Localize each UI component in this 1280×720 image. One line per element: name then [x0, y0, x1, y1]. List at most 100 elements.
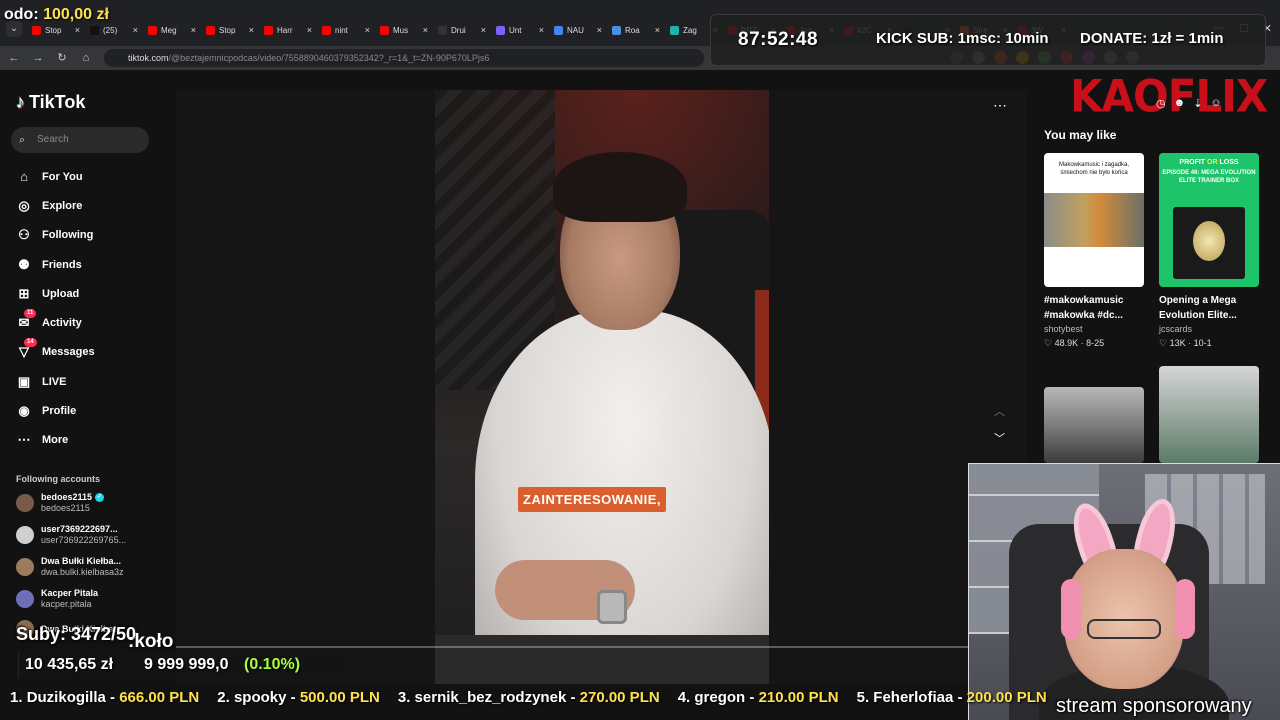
- tab-favicon-icon: [670, 25, 679, 35]
- tiktok-logo[interactable]: ♪ TikTok: [16, 92, 85, 113]
- following-account[interactable]: user7369222697... user736922269765...: [16, 524, 126, 546]
- suggestion-card[interactable]: Makowkamusic i zagadka, śmiechom nie był…: [1044, 153, 1144, 349]
- tab-close-icon[interactable]: ×: [75, 25, 80, 35]
- sidebar-item-activity[interactable]: ✉ 11 Activity: [16, 308, 95, 337]
- donor-separator: -: [566, 688, 580, 706]
- sidebar-item-upload[interactable]: ⊞ Upload: [16, 279, 95, 308]
- tab-close-icon[interactable]: ×: [133, 25, 138, 35]
- suggestion-stats: ♡ 13K · 10-1: [1159, 338, 1212, 348]
- tab-close-icon[interactable]: ×: [249, 25, 254, 35]
- home-icon[interactable]: ⌂: [78, 50, 94, 66]
- browser-tab[interactable]: Drui ×: [434, 20, 492, 40]
- tab-label: Zag: [683, 25, 697, 35]
- browser-tab[interactable]: Mus ×: [376, 20, 434, 40]
- sidebar-item-messages[interactable]: ▽ 14 Messages: [16, 338, 95, 367]
- clock-icon: ◷: [1156, 98, 1166, 110]
- goal-current: 10 435,65 zł: [25, 656, 114, 673]
- sidebar-nav: ⌂ For You ◎ Explore ⚇ Following ⚉ Friends ⊞ Uploa…: [16, 162, 95, 455]
- tab-favicon-icon: [322, 25, 331, 35]
- kolo-label: :koło: [128, 631, 174, 652]
- video-caption: ZAINTERESOWANIE,: [518, 487, 667, 512]
- donor-amount: 666.00 PLN: [119, 688, 200, 706]
- activity-icon: ✉ 11: [16, 309, 37, 331]
- video-progress-bar[interactable]: [176, 646, 969, 648]
- sidebar-item-following[interactable]: ⚇ Following: [16, 221, 95, 250]
- tab-close-icon[interactable]: ×: [307, 25, 312, 35]
- suggestion-card[interactable]: [1159, 366, 1259, 463]
- sidebar-item-more[interactable]: ⋯ More: [16, 426, 95, 455]
- tab-label: (25): [103, 25, 118, 35]
- goal-percent: (0.10%): [244, 656, 301, 673]
- donation-goal-prefix: odo:: [4, 6, 39, 23]
- url-path: /@beztajemnicpodcas/video/75588904603793…: [168, 53, 490, 63]
- suggestion-date: 10-1: [1193, 338, 1212, 348]
- donor-entry: 2. spooky - 500.00 PLN: [217, 689, 380, 706]
- tab-favicon-icon: [206, 25, 215, 35]
- desk: [435, 635, 769, 684]
- sidebar-item-profile[interactable]: ◉ Profile: [16, 396, 95, 425]
- following-account[interactable]: Kacper Pitala kacper.pitala: [16, 588, 98, 610]
- suggestion-thumbnail: PROFIT OR LOSS EPISODE 46: MEGA EVOLUTIO…: [1159, 153, 1259, 287]
- suggestion-thumbnail: Makowkamusic i zagadka, śmiechom nie był…: [1044, 153, 1144, 287]
- friends-icon: ⚉: [18, 256, 30, 272]
- tab-favicon-icon: [32, 25, 41, 35]
- tab-close-icon[interactable]: ×: [597, 25, 602, 35]
- search-placeholder: Search: [37, 134, 69, 145]
- donor-name: Feherlofiaa: [873, 688, 954, 706]
- tab-close-icon[interactable]: ×: [365, 25, 370, 35]
- browser-tab[interactable]: Stop ×: [202, 20, 260, 40]
- sidebar-item-label: Friends: [42, 258, 82, 271]
- tab-label: nint: [335, 25, 348, 35]
- donor-entry: 4. gregon - 210.00 PLN: [678, 689, 839, 706]
- sidebar-item-live[interactable]: ▣ LIVE: [16, 367, 95, 396]
- browser-tab[interactable]: Harr ×: [260, 20, 318, 40]
- tab-favicon-icon: [496, 25, 505, 35]
- video-player[interactable]: [435, 90, 769, 684]
- search-input[interactable]: ⌕ Search: [11, 127, 149, 153]
- suggestion-card[interactable]: PROFIT OR LOSS EPISODE 46: MEGA EVOLUTIO…: [1159, 153, 1259, 349]
- previous-video-icon[interactable]: ︿: [994, 403, 1005, 419]
- top-donors-ticker: 1. Duzikogilla - 666.00 PLN 2. spooky - 5…: [0, 684, 1070, 710]
- tab-close-icon[interactable]: ×: [191, 25, 196, 35]
- more-options-icon[interactable]: ⋯: [993, 97, 1007, 114]
- thumbnail-subtitle: EPISODE 46: MEGA EVOLUTION ELITE TRAINER…: [1162, 170, 1256, 184]
- browser-tab[interactable]: Meg ×: [144, 20, 202, 40]
- account-name: Kacper Pitala: [41, 588, 98, 599]
- suggestion-author: shotybest: [1044, 324, 1083, 334]
- next-video-icon[interactable]: ﹀: [994, 430, 1005, 446]
- sidebar-item-explore[interactable]: ◎ Explore: [16, 191, 95, 220]
- thumbnail-image: [1044, 193, 1144, 247]
- tab-label: Stop: [45, 25, 62, 35]
- following-account[interactable]: Dwa Bułki Kiełba... dwa.bulki.kielbasa3z: [16, 556, 124, 578]
- suggestion-author: jcscards: [1159, 324, 1193, 334]
- browser-tab[interactable]: NAU ×: [550, 20, 608, 40]
- donation-goal-overlay: odo: 100,00 zł: [4, 6, 109, 24]
- download-icon: ⇣: [1193, 98, 1203, 110]
- browser-tab[interactable]: nint ×: [318, 20, 376, 40]
- back-icon[interactable]: ←: [6, 50, 22, 66]
- heart-icon: ♡: [1159, 338, 1168, 348]
- sidebar-item-label: Upload: [42, 287, 80, 300]
- sidebar-item-for-you[interactable]: ⌂ For You: [16, 162, 95, 191]
- tiktok-note-icon: ♪: [16, 92, 25, 112]
- compass-icon: ◎: [18, 197, 30, 213]
- following-account[interactable]: bedoes2115 ✓ bedoes2115: [16, 492, 105, 514]
- thumbnail-text: Makowkamusic i zagadka, śmiechom nie był…: [1058, 162, 1130, 176]
- tab-close-icon[interactable]: ×: [655, 25, 660, 35]
- browser-tab[interactable]: Unt ×: [492, 20, 550, 40]
- tab-close-icon[interactable]: ×: [481, 25, 486, 35]
- sidebar-item-friends[interactable]: ⚉ Friends: [16, 250, 95, 279]
- product-art: [1193, 221, 1225, 261]
- tab-close-icon[interactable]: ×: [539, 25, 544, 35]
- tab-close-icon[interactable]: ×: [423, 25, 428, 35]
- tab-favicon-icon: [380, 25, 389, 35]
- sidebar-item-label: Messages: [42, 346, 95, 359]
- url-field[interactable]: tiktok.com/@beztajemnicpodcas/video/7558…: [104, 49, 704, 67]
- browser-tab[interactable]: Roa ×: [608, 20, 666, 40]
- reload-icon[interactable]: ↻: [54, 50, 70, 66]
- person-hair: [553, 152, 687, 222]
- account-names: user7369222697... user736922269765...: [41, 524, 126, 546]
- forward-icon[interactable]: →: [30, 50, 46, 66]
- suggestion-card[interactable]: [1044, 387, 1144, 463]
- suggestion-title: #makowkamusic #makowka #dc...: [1044, 295, 1124, 321]
